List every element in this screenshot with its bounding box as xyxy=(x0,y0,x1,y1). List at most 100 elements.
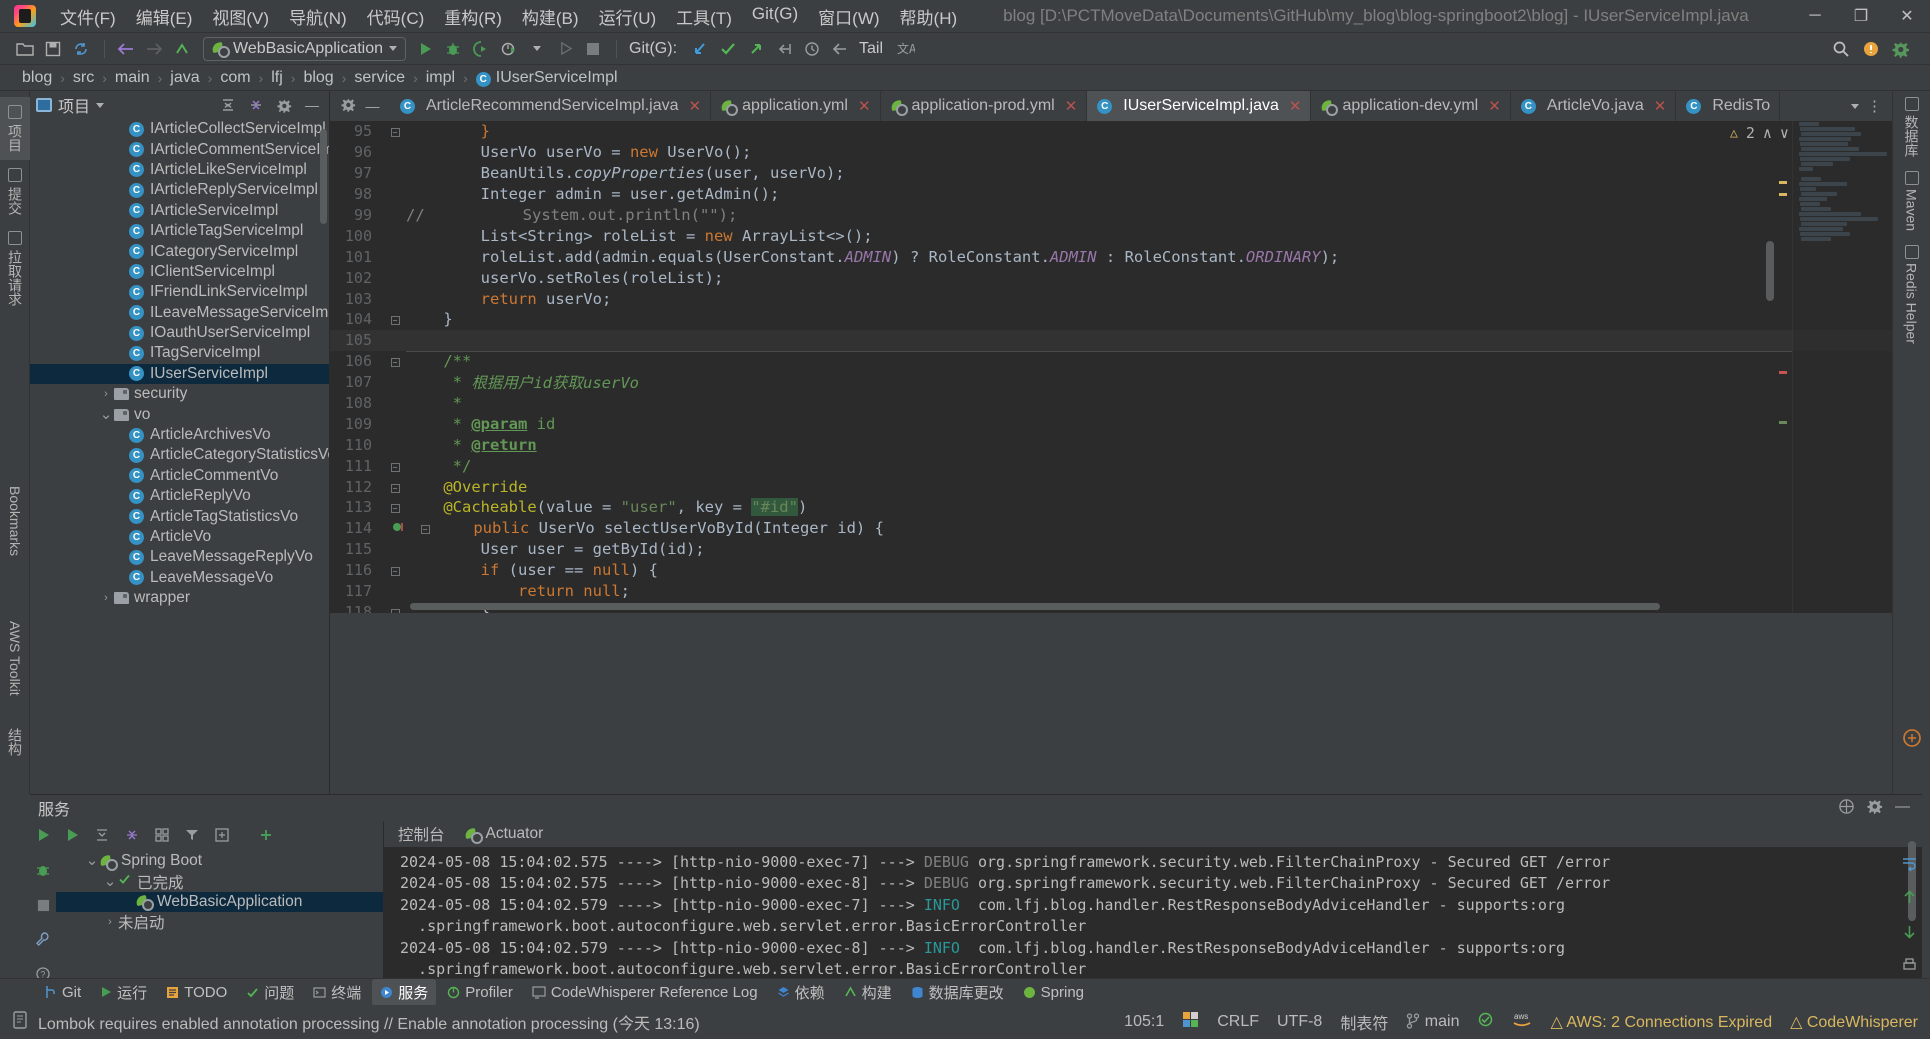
up-icon[interactable] xyxy=(169,37,195,61)
tree-node[interactable]: C IOauthUserServiceImpl xyxy=(30,323,329,343)
console-scroll-down-icon[interactable] xyxy=(1901,923,1918,945)
toolwindow-CodeWhisperer Reference Log[interactable]: CodeWhisperer Reference Log xyxy=(524,981,766,1004)
project-tree[interactable]: C IArticleCollectServiceImpl C IArticleComm… xyxy=(30,119,329,794)
minimize-button[interactable]: ─ xyxy=(1792,0,1838,33)
tree-node[interactable]: C IArticleLikeServiceImpl xyxy=(30,160,329,180)
breadcrumb-item-impl[interactable]: impl xyxy=(422,69,459,87)
code-line[interactable]: 96 UserVo userVo = new UserVo(); xyxy=(330,142,1892,163)
console-print-icon[interactable] xyxy=(1901,957,1918,979)
tree-node[interactable]: C IFriendLinkServiceImpl xyxy=(30,282,329,302)
close-tab-icon[interactable]: ✕ xyxy=(1065,97,1078,115)
toolwindow-服务[interactable]: 服务 xyxy=(372,978,437,1006)
toolwindow-数据库更改[interactable]: 数据库更改 xyxy=(903,979,1012,1006)
aws-toolkit-icon[interactable]: aws xyxy=(1512,1011,1532,1033)
sync-icon[interactable] xyxy=(68,37,94,61)
run-configuration-selector[interactable]: WebBasicApplication xyxy=(203,36,407,61)
code-line[interactable]: 108 * xyxy=(330,393,1892,414)
editor-tabs[interactable]: C ArticleRecommendServiceImpl.java ✕ applic… xyxy=(390,91,1781,121)
stripe-marker[interactable] xyxy=(1779,371,1787,374)
line-number[interactable]: 117 xyxy=(330,582,384,600)
sidebar-item-maven[interactable]: Maven xyxy=(1904,171,1920,231)
editor-tab-6[interactable]: C RedisTo xyxy=(1676,91,1781,121)
ai-assistant-icon[interactable] xyxy=(1901,727,1923,754)
tree-node[interactable]: C ArticleVo xyxy=(30,527,329,547)
rerun-icon[interactable] xyxy=(552,37,578,61)
line-number[interactable]: 107 xyxy=(330,373,384,391)
tree-node[interactable]: C IArticleCollectServiceImpl xyxy=(30,119,329,139)
sidebar-item-project[interactable]: 项目 xyxy=(0,97,30,160)
line-number[interactable]: 101 xyxy=(330,248,384,266)
breadcrumb-item-lfj[interactable]: lfj xyxy=(267,69,287,87)
git-stash-icon[interactable] xyxy=(771,37,797,61)
toolwindow-Spring[interactable]: Spring xyxy=(1015,981,1092,1004)
line-number[interactable]: 104 xyxy=(330,310,384,328)
stripe-marker[interactable] xyxy=(1779,181,1787,184)
code-line[interactable]: 111− */ xyxy=(330,455,1892,476)
codewhisperer-status[interactable]: △ CodeWhisperer xyxy=(1790,1012,1918,1032)
code-line[interactable]: 109 * @param id xyxy=(330,413,1892,434)
project-tree-scrollbar[interactable] xyxy=(320,129,327,224)
line-number[interactable]: 99 xyxy=(330,206,384,224)
toolwindow-Git[interactable]: Git xyxy=(36,981,89,1004)
toolwindow-问题[interactable]: 问题 xyxy=(238,979,302,1006)
code-line[interactable]: 115 User user = getById(id); xyxy=(330,539,1892,560)
close-tab-icon[interactable]: ✕ xyxy=(858,97,871,115)
stripe-marker[interactable] xyxy=(1779,421,1787,424)
menu-item-7[interactable]: 运行(U) xyxy=(589,1,667,32)
twisty-icon[interactable]: ⌄ xyxy=(84,853,100,868)
updates-icon[interactable] xyxy=(1858,37,1884,61)
settings-gear-icon[interactable] xyxy=(1888,37,1914,61)
services-add-icon[interactable] xyxy=(258,827,274,846)
line-number[interactable]: 103 xyxy=(330,290,384,308)
menu-item-4[interactable]: 代码(C) xyxy=(357,1,435,32)
service-node[interactable]: ⌄ 已完成 xyxy=(56,871,383,892)
services-run-icon[interactable] xyxy=(35,827,51,848)
code-line[interactable]: 103 return userVo; xyxy=(330,288,1892,309)
sidebar-item-redis-helper[interactable]: Redis Helper xyxy=(1904,245,1920,344)
code-editor[interactable]: △ 2 ∧ ∨ 95− } 96 UserVo userVo = new User… xyxy=(330,121,1892,613)
twisty-icon[interactable]: › xyxy=(98,592,114,604)
menu-item-8[interactable]: 工具(T) xyxy=(666,1,742,32)
menu-item-2[interactable]: 视图(V) xyxy=(202,1,279,32)
code-line[interactable]: 99 // System.out.println(""); xyxy=(330,205,1892,226)
sidebar-item-bookmarks[interactable]: Bookmarks xyxy=(0,478,30,564)
expand-all-icon[interactable] xyxy=(217,94,239,116)
service-node-selected[interactable]: WebBasicApplication xyxy=(56,891,383,913)
toolwindow-Profiler[interactable]: Profiler xyxy=(439,981,521,1004)
tree-node[interactable]: C IArticleCommentServiceImpl xyxy=(30,139,329,159)
line-separator[interactable]: CRLF xyxy=(1217,1013,1259,1031)
tree-node[interactable]: C ArticleReplyVo xyxy=(30,486,329,506)
back-icon[interactable] xyxy=(113,37,139,61)
fold-marker-icon[interactable]: − xyxy=(384,605,406,613)
inspection-widget-icon[interactable] xyxy=(1477,1011,1494,1033)
editor-tab-2[interactable]: application-prod.yml ✕ xyxy=(881,91,1088,121)
code-line[interactable]: 104− } xyxy=(330,309,1892,330)
console-soft-wrap-icon[interactable] xyxy=(1901,855,1918,877)
tree-node[interactable]: C IArticleReplyServiceImpl xyxy=(30,180,329,200)
hide-panel-icon[interactable]: — xyxy=(301,94,323,116)
toolwindow-运行[interactable]: 运行 xyxy=(92,979,155,1006)
git-update-icon[interactable] xyxy=(687,37,713,61)
aws-status[interactable]: △ AWS: 2 Connections Expired xyxy=(1550,1012,1772,1032)
console-scroll-up-icon[interactable] xyxy=(1901,889,1918,911)
twisty-icon[interactable]: ⌄ xyxy=(98,407,114,422)
tool-window-bar[interactable]: Git 运行 TODO 问题 终端 服务 Profiler CodeWhisperer Ref… xyxy=(0,978,1930,1006)
fold-marker-icon[interactable]: − xyxy=(384,500,406,514)
editor-vertical-scrollbar[interactable] xyxy=(1766,241,1774,301)
close-tab-icon[interactable]: ✕ xyxy=(1488,97,1501,115)
line-number[interactable]: 98 xyxy=(330,185,384,203)
stripe-marker[interactable] xyxy=(1779,193,1787,196)
tree-node[interactable]: C ArticleTagStatisticsVo xyxy=(30,506,329,526)
fold-marker-icon[interactable]: − xyxy=(384,563,406,577)
code-line[interactable]: 106− /** xyxy=(330,351,1892,372)
services-debug-icon[interactable] xyxy=(35,862,51,883)
services-expand-icon[interactable] xyxy=(94,827,110,846)
collapse-all-icon[interactable] xyxy=(245,94,267,116)
breadcrumb-item-blog[interactable]: blog xyxy=(18,69,56,87)
twisty-icon[interactable]: › xyxy=(102,916,118,928)
code-line[interactable]: 110 * @return xyxy=(330,434,1892,455)
tree-node[interactable]: C IArticleTagServiceImpl xyxy=(30,221,329,241)
profile-dropdown-icon[interactable] xyxy=(524,37,550,61)
editor-hide-icon[interactable]: — xyxy=(366,98,380,114)
menu-item-0[interactable]: 文件(F) xyxy=(50,1,126,32)
